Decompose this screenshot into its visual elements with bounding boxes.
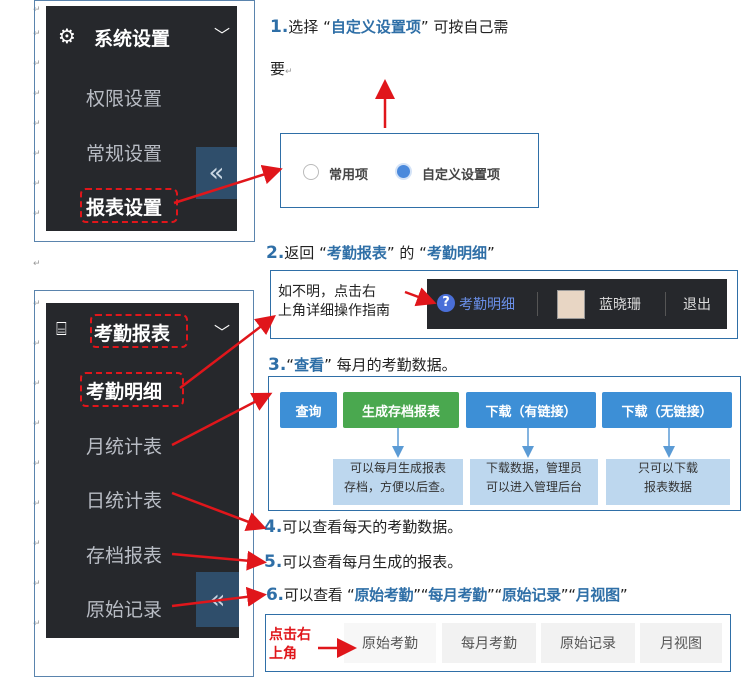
arrow-to-help [404,287,437,307]
arrow-to-step5 [171,550,267,571]
annotation-arrows [171,79,675,658]
arrow-to-step6 [171,586,267,608]
arrow-to-step3 [171,392,273,447]
arrow-to-step4 [171,491,267,532]
arrow-to-step2 [179,314,276,389]
arrow-to-radio [173,165,283,205]
